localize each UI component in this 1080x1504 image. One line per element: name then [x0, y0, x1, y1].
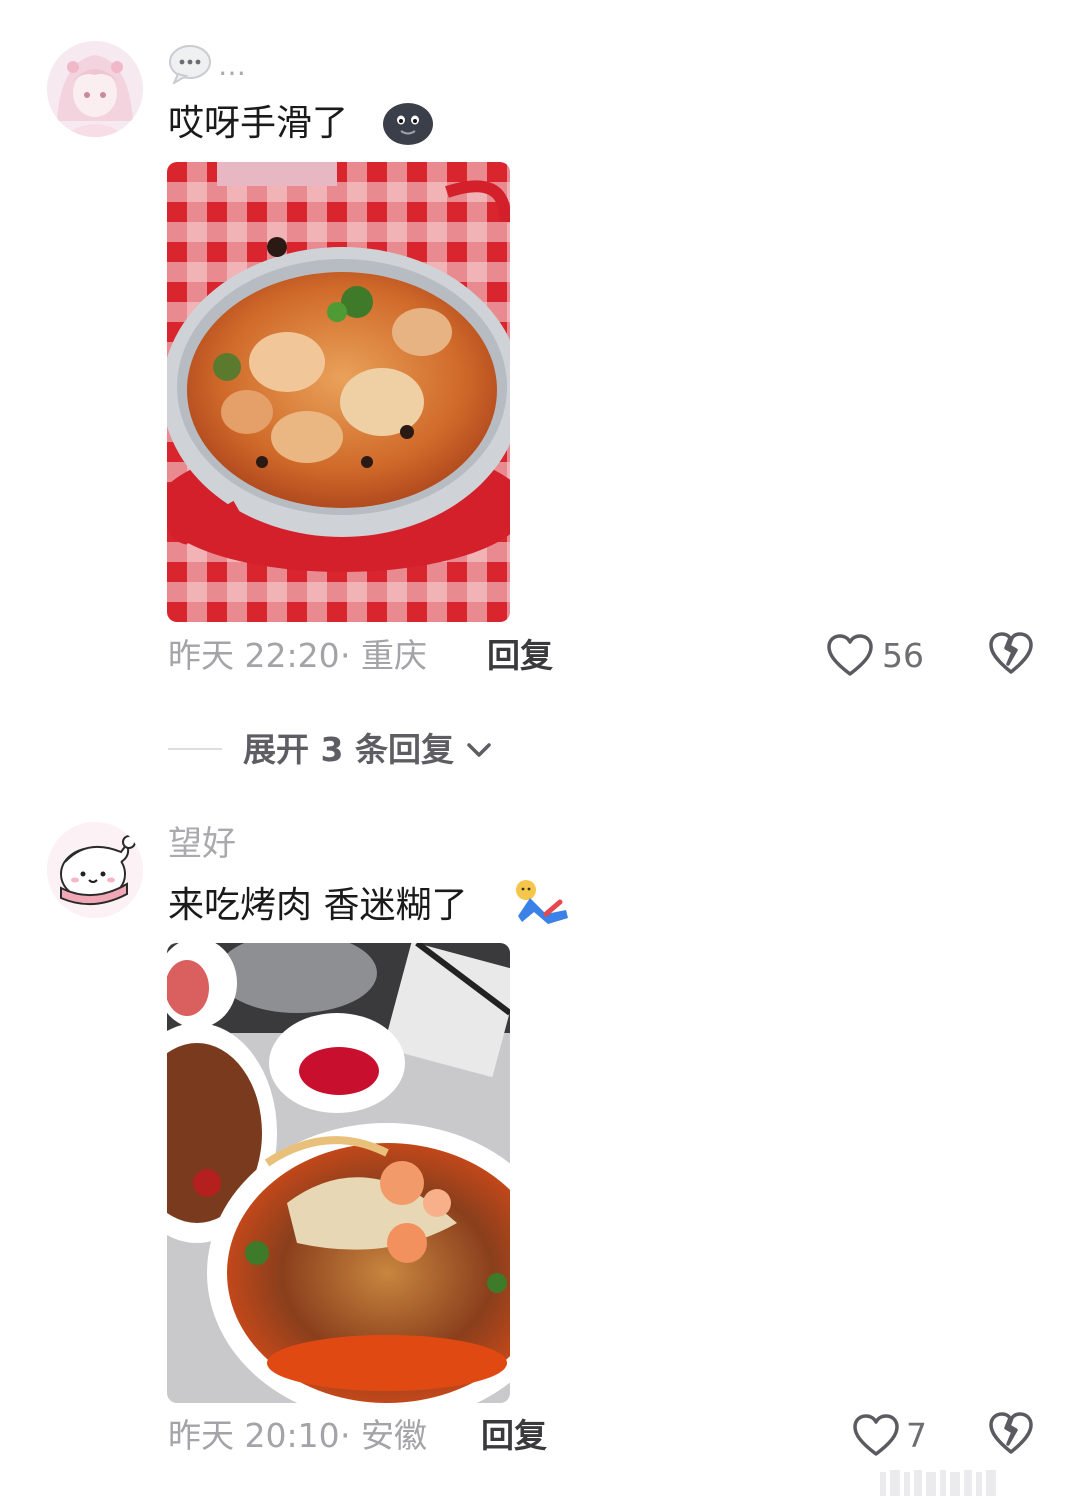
- heart-icon: [826, 634, 874, 682]
- reply-button[interactable]: 回复: [487, 636, 553, 676]
- comment-photo[interactable]: [167, 943, 510, 1403]
- speech-bubble-icon: [168, 44, 214, 86]
- like-button[interactable]: 7: [852, 1412, 936, 1460]
- avatar[interactable]: [47, 41, 143, 137]
- username[interactable]: 望好: [168, 824, 236, 864]
- comment-time: 昨天 20:10: [168, 1416, 340, 1455]
- comment-text: 来吃烤肉 香迷糊了: [168, 885, 468, 926]
- like-count: 7: [906, 1416, 927, 1455]
- reply-button[interactable]: 回复: [481, 1416, 547, 1456]
- comment-location: · 重庆: [340, 636, 427, 675]
- dark-smiling-face-emoji-icon: [382, 100, 434, 146]
- avatar[interactable]: [47, 822, 143, 918]
- watermark: [880, 1466, 1070, 1500]
- like-count: 56: [882, 636, 924, 675]
- heart-icon: [852, 1414, 900, 1462]
- divider: [168, 748, 222, 750]
- comment-text: 哎呀手滑了: [168, 103, 349, 144]
- expand-replies-label[interactable]: 展开 3 条回复: [243, 730, 454, 770]
- chevron-down-icon: [466, 740, 492, 764]
- comment-location: · 安徽: [340, 1416, 427, 1455]
- comment-time: 昨天 22:20: [168, 636, 340, 675]
- username[interactable]: …: [218, 46, 246, 86]
- broken-heart-icon[interactable]: [988, 1412, 1034, 1456]
- comment-photo[interactable]: [167, 162, 510, 622]
- broken-heart-icon[interactable]: [988, 632, 1034, 676]
- dizzy-falling-person-emoji-icon: [512, 878, 572, 930]
- like-button[interactable]: 56: [826, 632, 936, 680]
